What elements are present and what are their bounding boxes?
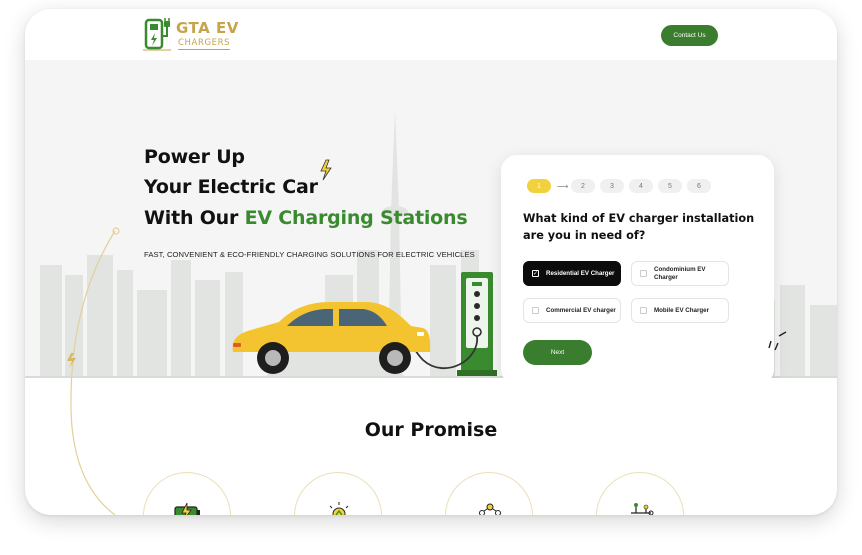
promise-card-charging — [143, 472, 231, 515]
quiz-question: What kind of EV charger installation are… — [523, 212, 755, 242]
promise-heading: Our Promise — [364, 419, 498, 441]
option-label: Residential EV Charger — [546, 269, 615, 277]
option-label: Condominium EV Charger — [654, 265, 706, 281]
hero-headline-line-2: Your Electric Car — [144, 176, 318, 198]
step-4[interactable]: 4 — [629, 179, 653, 193]
sparkle-icon — [768, 331, 787, 351]
promise-card-eco — [294, 472, 382, 515]
logo-subtitle: CHARGERS — [178, 38, 231, 50]
battery-charging-icon — [174, 502, 200, 515]
option-mobile-ev-charger[interactable]: Mobile EV Charger — [631, 298, 729, 323]
arrow-right-icon: ⟶ — [557, 182, 569, 191]
hero-headline-highlight: EV Charging Stations — [244, 207, 468, 229]
hero-headline-prefix: With Our — [144, 207, 245, 229]
contact-us-button[interactable]: Contact Us — [661, 25, 718, 46]
step-5[interactable]: 5 — [658, 179, 682, 193]
hero-section: Power Up Your Electric Car With Our EV C… — [25, 60, 837, 378]
step-6[interactable]: 6 — [687, 179, 711, 193]
eco-bulb-icon — [329, 502, 349, 515]
option-label: Commercial EV charger — [546, 306, 616, 314]
installation-quiz-card: 1 ⟶ 2 3 4 5 6 What kind of EV charger in… — [501, 155, 774, 378]
circuit-icon — [631, 503, 654, 515]
checkbox-icon — [640, 270, 647, 277]
charger-logo-icon — [143, 18, 171, 51]
option-commercial-ev-charger[interactable]: Commercial EV charger — [523, 298, 621, 323]
people-network-icon — [479, 503, 501, 515]
sparkle-icon — [320, 159, 332, 181]
step-3[interactable]: 3 — [600, 179, 624, 193]
promise-card-people — [445, 472, 533, 515]
option-label: Mobile EV Charger — [654, 306, 710, 314]
logo-title: GTA EV — [176, 19, 239, 37]
checkbox-checked-icon: ✓ — [532, 269, 539, 277]
site-header: GTA EV CHARGERS Contact Us — [25, 9, 837, 60]
page-frame: GTA EV CHARGERS Contact Us Power Up Your… — [25, 9, 837, 515]
step-1[interactable]: 1 — [527, 179, 551, 193]
hero-subtitle: FAST, CONVENIENT & ECO-FRIENDLY CHARGING… — [144, 250, 475, 259]
checkbox-icon — [532, 307, 539, 314]
logo[interactable]: GTA EV CHARGERS — [143, 15, 243, 55]
step-2[interactable]: 2 — [571, 179, 595, 193]
promise-card-circuit — [596, 472, 684, 515]
option-condominium-ev-charger[interactable]: Condominium EV Charger — [631, 261, 729, 286]
checkbox-icon — [640, 307, 647, 314]
next-button[interactable]: Next — [523, 340, 592, 365]
hero-headline-line-1: Power Up — [144, 146, 245, 168]
hero-headline-line-3: With Our EV Charging Stations — [144, 207, 468, 229]
option-residential-ev-charger[interactable]: ✓ Residential EV Charger — [523, 261, 621, 286]
